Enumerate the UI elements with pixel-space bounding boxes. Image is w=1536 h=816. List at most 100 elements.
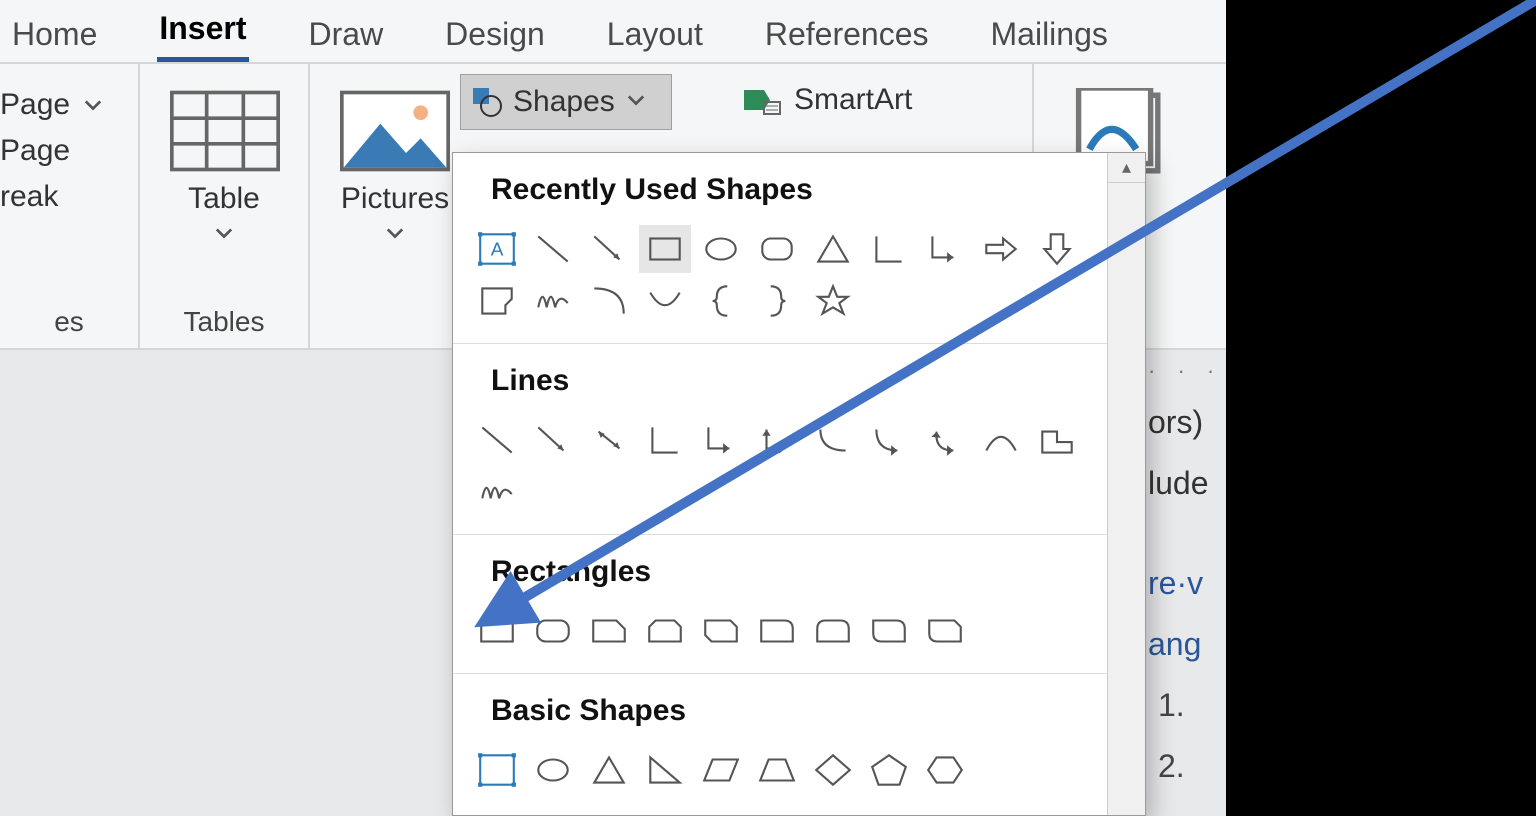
shapes-icon bbox=[469, 84, 505, 120]
shape-triangle2[interactable] bbox=[583, 746, 635, 794]
tab-references[interactable]: References bbox=[763, 6, 931, 57]
section-lines-title: Lines bbox=[467, 358, 1135, 416]
ribbon-tabs: Home Insert Draw Design Layout Reference… bbox=[0, 0, 1226, 62]
group-pages-label: es bbox=[0, 306, 138, 338]
shape-pentagon[interactable] bbox=[863, 746, 915, 794]
shape-double-arrow[interactable] bbox=[583, 416, 635, 464]
tab-home[interactable]: Home bbox=[10, 6, 99, 57]
shape-snip-same[interactable] bbox=[639, 607, 691, 655]
shape-curved-arrow[interactable] bbox=[863, 416, 915, 464]
section-basic-title: Basic Shapes bbox=[467, 688, 1135, 746]
shape-freeform[interactable] bbox=[1031, 416, 1083, 464]
shape-rect[interactable] bbox=[471, 607, 523, 655]
shape-round-diag[interactable] bbox=[863, 607, 915, 655]
shape-rounded-rectangle[interactable] bbox=[751, 225, 803, 273]
shape-right-tri[interactable] bbox=[639, 746, 691, 794]
shape-hexagon[interactable] bbox=[919, 746, 971, 794]
shape-line-arrow[interactable] bbox=[583, 225, 635, 273]
shape-snip-single[interactable] bbox=[583, 607, 635, 655]
section-rectangles-title: Rectangles bbox=[467, 549, 1135, 607]
shape-trapezoid[interactable] bbox=[751, 746, 803, 794]
shape-snip-diag[interactable] bbox=[695, 607, 747, 655]
tab-layout[interactable]: Layout bbox=[605, 6, 705, 57]
slide-mask-right bbox=[1226, 0, 1536, 816]
shape-diamond[interactable] bbox=[807, 746, 859, 794]
chevron-down-icon bbox=[627, 89, 645, 115]
shape-line-arrow2[interactable] bbox=[527, 416, 579, 464]
shape-right-brace[interactable] bbox=[751, 277, 803, 325]
shape-left-brace[interactable] bbox=[695, 277, 747, 325]
section-recent: Recently Used Shapes A bbox=[453, 153, 1145, 344]
doc-line-2: lude bbox=[1148, 453, 1226, 514]
shape-l-shape[interactable] bbox=[863, 225, 915, 273]
doc-line-4: ang bbox=[1148, 614, 1226, 675]
shape-oval2[interactable] bbox=[527, 746, 579, 794]
tab-mailings[interactable]: Mailings bbox=[989, 6, 1110, 57]
shape-curved-double[interactable] bbox=[919, 416, 971, 464]
rectangles-row bbox=[467, 607, 1135, 655]
shape-round-rect[interactable] bbox=[527, 607, 579, 655]
section-lines: Lines bbox=[453, 344, 1145, 535]
blank-page-label: Page bbox=[0, 134, 70, 167]
shape-right-arrow[interactable] bbox=[975, 225, 1027, 273]
shape-elbow-arrow2[interactable] bbox=[695, 416, 747, 464]
shape-round-snip[interactable] bbox=[919, 607, 971, 655]
doc-line-1: ors) bbox=[1148, 392, 1226, 453]
shape-callout[interactable] bbox=[471, 277, 523, 325]
scrollbar[interactable]: ▴ bbox=[1107, 153, 1145, 815]
ruler-dots: · · · bbox=[1148, 350, 1226, 392]
section-rectangles: Rectangles bbox=[453, 535, 1145, 674]
document-text-peek: · · · ors) lude re·v ang 1. 2. bbox=[1148, 350, 1226, 797]
page-break-label: reak bbox=[0, 180, 58, 213]
shape-scribble[interactable] bbox=[527, 277, 579, 325]
shape-down-arrow[interactable] bbox=[1031, 225, 1083, 273]
tab-insert[interactable]: Insert bbox=[157, 0, 248, 63]
shape-line2[interactable] bbox=[471, 416, 523, 464]
shape-arc2[interactable] bbox=[975, 416, 1027, 464]
shapes-button-label: Shapes bbox=[513, 85, 615, 119]
shape-curve-conn[interactable] bbox=[807, 416, 859, 464]
doc-num-1: 1. bbox=[1148, 675, 1226, 736]
shape-line[interactable] bbox=[527, 225, 579, 273]
cover-page-button[interactable]: Page bbox=[0, 82, 102, 128]
blank-page-button[interactable]: Page bbox=[0, 128, 102, 174]
shape-round-same[interactable] bbox=[807, 607, 859, 655]
shape-oval[interactable] bbox=[695, 225, 747, 273]
chevron-down-icon bbox=[386, 224, 404, 242]
scroll-up-button[interactable]: ▴ bbox=[1108, 153, 1145, 183]
shape-arc[interactable] bbox=[583, 277, 635, 325]
shape-parallelogram[interactable] bbox=[695, 746, 747, 794]
shapes-dropdown: ▴ Recently Used Shapes A bbox=[452, 152, 1146, 816]
shape-triangle[interactable] bbox=[807, 225, 859, 273]
shapes-button[interactable]: Shapes bbox=[460, 74, 672, 130]
group-pages: Page Page reak es bbox=[0, 64, 140, 348]
table-button[interactable]: Table bbox=[140, 182, 308, 250]
shape-curve[interactable] bbox=[639, 277, 691, 325]
pictures-icon bbox=[340, 90, 450, 172]
shape-star[interactable] bbox=[807, 277, 859, 325]
group-tables: Table Tables bbox=[140, 64, 310, 348]
section-recent-title: Recently Used Shapes bbox=[467, 167, 1135, 225]
chevron-down-icon bbox=[215, 224, 233, 242]
tab-draw[interactable]: Draw bbox=[307, 6, 386, 57]
shape-elbow[interactable] bbox=[639, 416, 691, 464]
table-button-label: Table bbox=[188, 182, 260, 215]
shape-text-box2[interactable] bbox=[471, 746, 523, 794]
shape-elbow-double[interactable] bbox=[751, 416, 803, 464]
section-basic: Basic Shapes bbox=[453, 674, 1145, 812]
shape-rectangle[interactable] bbox=[639, 225, 691, 273]
doc-num-2: 2. bbox=[1148, 736, 1226, 797]
pictures-button-label: Pictures bbox=[341, 182, 449, 215]
page-break-button[interactable]: reak bbox=[0, 174, 102, 220]
shape-text-box[interactable]: A bbox=[471, 225, 523, 273]
shape-round-single[interactable] bbox=[751, 607, 803, 655]
chevron-down-icon bbox=[84, 88, 102, 122]
basic-row bbox=[467, 746, 1135, 794]
shape-elbow-arrow[interactable] bbox=[919, 225, 971, 273]
tab-design[interactable]: Design bbox=[443, 6, 547, 57]
smartart-button[interactable]: SmartArt bbox=[740, 82, 912, 118]
group-tables-label: Tables bbox=[140, 306, 308, 338]
cover-page-label: Page bbox=[0, 88, 70, 121]
lines-row bbox=[467, 416, 1135, 516]
shape-scribble2[interactable] bbox=[471, 468, 523, 516]
